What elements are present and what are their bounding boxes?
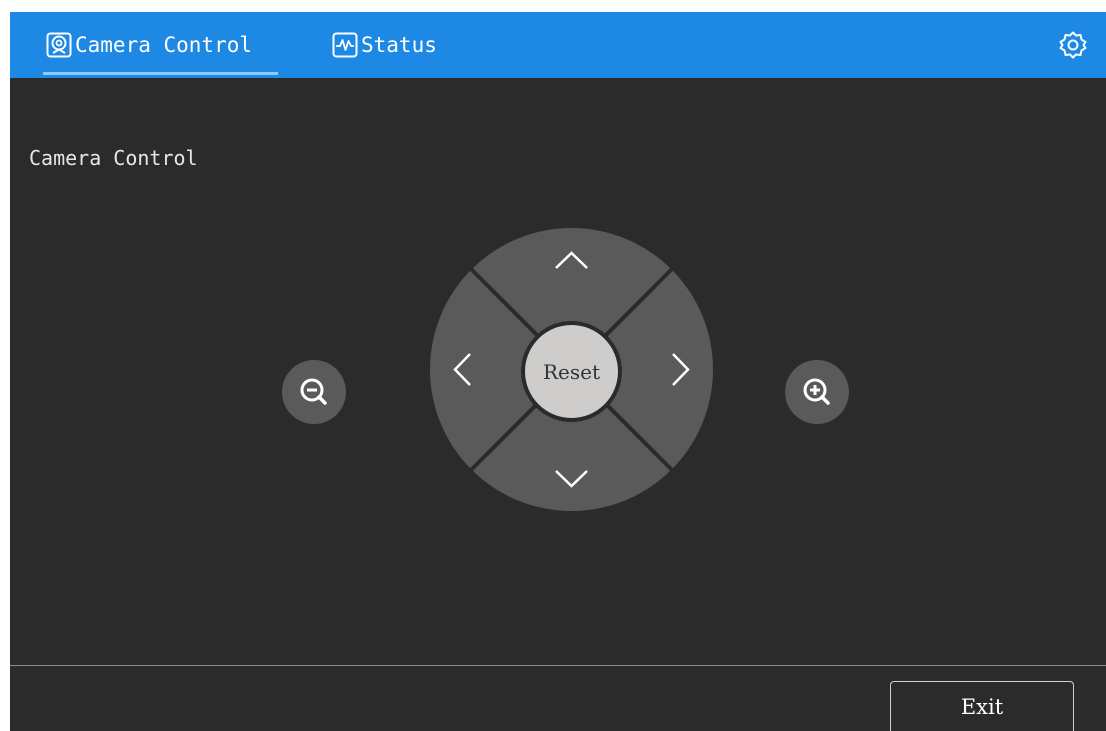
tab-label: Camera Control [75,33,253,57]
top-bar: Camera Control Status [10,12,1106,78]
zoom-out-button[interactable] [282,360,346,424]
reset-button[interactable]: Reset [521,321,622,422]
footer-divider [10,665,1106,666]
zoom-in-icon [803,378,830,405]
app-window: Camera Control Status Camera Control Res… [10,12,1106,731]
zoom-out-icon [300,378,327,405]
settings-button[interactable] [1058,30,1088,60]
section-title: Camera Control [29,146,198,170]
tab-camera-control[interactable]: Camera Control [46,12,278,78]
active-tab-indicator [43,72,278,75]
tab-label: Status [361,33,437,57]
zoom-in-button[interactable] [785,360,849,424]
tab-status[interactable]: Status [332,12,472,78]
exit-button[interactable]: Exit [890,681,1074,731]
webcam-icon [46,32,72,58]
gear-icon [1059,31,1087,59]
pulse-icon [332,32,358,58]
